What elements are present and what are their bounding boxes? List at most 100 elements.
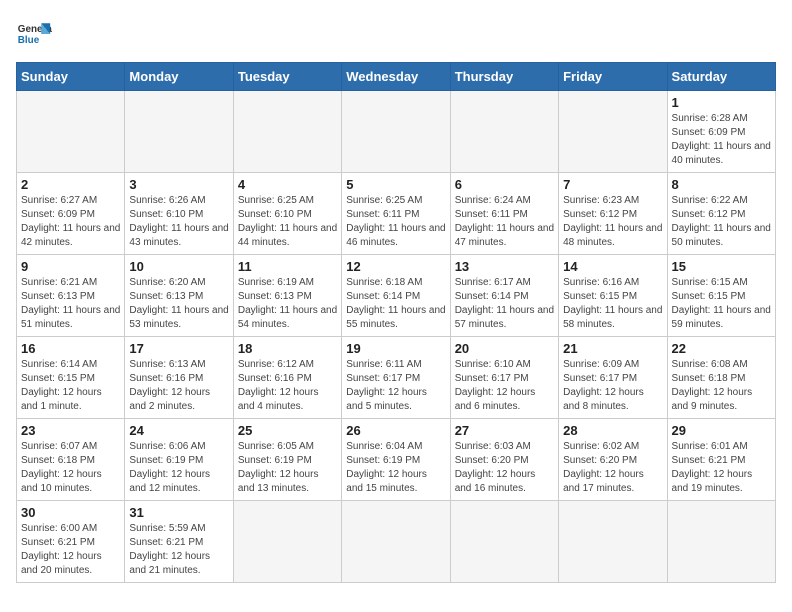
calendar-cell: 18 Sunrise: 6:12 AM Sunset: 6:16 PM Dayli… [233,337,341,419]
day-number: 12 [346,259,445,274]
day-number: 19 [346,341,445,356]
weekday-header-thursday: Thursday [450,63,558,91]
calendar-cell: 22Sunrise: 6:08 AM Sunset: 6:18 PM Dayli… [667,337,775,419]
day-number: 8 [672,177,771,192]
calendar-cell: 10 Sunrise: 6:20 AM Sunset: 6:13 PM Dayli… [125,255,233,337]
calendar-cell: 7 Sunrise: 6:23 AM Sunset: 6:12 PM Daylig… [559,173,667,255]
calendar-cell: 30Sunrise: 6:00 AM Sunset: 6:21 PM Dayli… [17,501,125,583]
calendar-cell: 31Sunrise: 5:59 AM Sunset: 6:21 PM Dayli… [125,501,233,583]
day-info: Sunrise: 6:05 AM Sunset: 6:19 PM Dayligh… [238,440,337,496]
calendar-cell [342,91,450,173]
weekday-header-saturday: Saturday [667,63,775,91]
day-number: 15 [672,259,771,274]
day-number: 9 [21,259,120,274]
calendar-cell: 6Sunrise: 6:24 AM Sunset: 6:11 PM Daylig… [450,173,558,255]
weekday-header-monday: Monday [125,63,233,91]
day-number: 13 [455,259,554,274]
day-number: 14 [563,259,662,274]
day-info: Sunrise: 6:03 AM Sunset: 6:20 PM Dayligh… [455,440,554,496]
day-info: Sunrise: 6:07 AM Sunset: 6:18 PM Dayligh… [21,440,120,496]
calendar-cell: 28 Sunrise: 6:02 AM Sunset: 6:20 PM Dayli… [559,419,667,501]
day-info: Sunrise: 6:26 AM Sunset: 6:10 PM Dayligh… [129,194,228,250]
calendar-table: SundayMondayTuesdayWednesdayThursdayFrid… [16,62,776,583]
day-info: Sunrise: 6:24 AM Sunset: 6:11 PM Dayligh… [455,194,554,250]
calendar-cell: 27 Sunrise: 6:03 AM Sunset: 6:20 PM Dayli… [450,419,558,501]
week-row-2: 9Sunrise: 6:21 AM Sunset: 6:13 PM Daylig… [17,255,776,337]
calendar-cell [667,501,775,583]
day-number: 16 [21,341,120,356]
calendar-cell: 17 Sunrise: 6:13 AM Sunset: 6:16 PM Dayli… [125,337,233,419]
week-row-5: 30Sunrise: 6:00 AM Sunset: 6:21 PM Dayli… [17,501,776,583]
day-info: Sunrise: 6:28 AM Sunset: 6:09 PM Dayligh… [672,112,771,168]
calendar-cell [559,501,667,583]
calendar-cell: 11 Sunrise: 6:19 AM Sunset: 6:13 PM Dayli… [233,255,341,337]
day-number: 28 [563,423,662,438]
day-number: 18 [238,341,337,356]
day-info: Sunrise: 6:22 AM Sunset: 6:12 PM Dayligh… [672,194,771,250]
calendar-cell: 26 Sunrise: 6:04 AM Sunset: 6:19 PM Dayli… [342,419,450,501]
day-info: Sunrise: 6:18 AM Sunset: 6:14 PM Dayligh… [346,276,445,332]
calendar-cell [450,501,558,583]
calendar-cell [233,501,341,583]
weekday-header-tuesday: Tuesday [233,63,341,91]
calendar-cell: 24Sunrise: 6:06 AM Sunset: 6:19 PM Dayli… [125,419,233,501]
logo: General Blue [16,16,52,52]
day-number: 7 [563,177,662,192]
day-info: Sunrise: 6:14 AM Sunset: 6:15 PM Dayligh… [21,358,120,414]
calendar-cell [125,91,233,173]
calendar-cell: 2Sunrise: 6:27 AM Sunset: 6:09 PM Daylig… [17,173,125,255]
day-info: Sunrise: 6:16 AM Sunset: 6:15 PM Dayligh… [563,276,662,332]
calendar-cell [450,91,558,173]
calendar-cell: 16 Sunrise: 6:14 AM Sunset: 6:15 PM Dayli… [17,337,125,419]
day-info: Sunrise: 6:23 AM Sunset: 6:12 PM Dayligh… [563,194,662,250]
day-number: 17 [129,341,228,356]
day-info: Sunrise: 6:09 AM Sunset: 6:17 PM Dayligh… [563,358,662,414]
svg-text:Blue: Blue [18,35,40,46]
day-info: Sunrise: 6:12 AM Sunset: 6:16 PM Dayligh… [238,358,337,414]
day-info: Sunrise: 6:11 AM Sunset: 6:17 PM Dayligh… [346,358,445,414]
week-row-4: 23 Sunrise: 6:07 AM Sunset: 6:18 PM Dayli… [17,419,776,501]
day-info: Sunrise: 6:04 AM Sunset: 6:19 PM Dayligh… [346,440,445,496]
day-number: 10 [129,259,228,274]
day-number: 1 [672,95,771,110]
calendar-cell: 1 Sunrise: 6:28 AM Sunset: 6:09 PM Daylig… [667,91,775,173]
day-number: 27 [455,423,554,438]
day-info: Sunrise: 6:20 AM Sunset: 6:13 PM Dayligh… [129,276,228,332]
day-info: Sunrise: 6:27 AM Sunset: 6:09 PM Dayligh… [21,194,120,250]
weekday-header-sunday: Sunday [17,63,125,91]
day-number: 26 [346,423,445,438]
calendar-cell: 14 Sunrise: 6:16 AM Sunset: 6:15 PM Dayli… [559,255,667,337]
calendar-cell: 9Sunrise: 6:21 AM Sunset: 6:13 PM Daylig… [17,255,125,337]
day-info: Sunrise: 6:19 AM Sunset: 6:13 PM Dayligh… [238,276,337,332]
calendar-cell: 12 Sunrise: 6:18 AM Sunset: 6:14 PM Dayli… [342,255,450,337]
day-number: 22 [672,341,771,356]
calendar-cell [342,501,450,583]
day-info: Sunrise: 6:25 AM Sunset: 6:11 PM Dayligh… [346,194,445,250]
calendar-cell: 8 Sunrise: 6:22 AM Sunset: 6:12 PM Daylig… [667,173,775,255]
day-info: Sunrise: 6:01 AM Sunset: 6:21 PM Dayligh… [672,440,771,496]
calendar-cell [17,91,125,173]
general-blue-logo-icon: General Blue [16,16,52,52]
day-info: Sunrise: 6:17 AM Sunset: 6:14 PM Dayligh… [455,276,554,332]
day-number: 20 [455,341,554,356]
calendar-cell: 5Sunrise: 6:25 AM Sunset: 6:11 PM Daylig… [342,173,450,255]
day-info: Sunrise: 6:13 AM Sunset: 6:16 PM Dayligh… [129,358,228,414]
header: General Blue [16,16,776,52]
calendar-cell: 3Sunrise: 6:26 AM Sunset: 6:10 PM Daylig… [125,173,233,255]
day-info: Sunrise: 6:00 AM Sunset: 6:21 PM Dayligh… [21,522,120,578]
day-info: Sunrise: 6:25 AM Sunset: 6:10 PM Dayligh… [238,194,337,250]
day-number: 29 [672,423,771,438]
day-number: 25 [238,423,337,438]
day-number: 4 [238,177,337,192]
day-number: 31 [129,505,228,520]
day-info: Sunrise: 6:02 AM Sunset: 6:20 PM Dayligh… [563,440,662,496]
calendar-cell: 23 Sunrise: 6:07 AM Sunset: 6:18 PM Dayli… [17,419,125,501]
calendar-cell: 15 Sunrise: 6:15 AM Sunset: 6:15 PM Dayli… [667,255,775,337]
calendar-cell: 25 Sunrise: 6:05 AM Sunset: 6:19 PM Dayli… [233,419,341,501]
weekday-header-friday: Friday [559,63,667,91]
day-number: 21 [563,341,662,356]
day-number: 23 [21,423,120,438]
week-row-1: 2Sunrise: 6:27 AM Sunset: 6:09 PM Daylig… [17,173,776,255]
day-info: Sunrise: 6:15 AM Sunset: 6:15 PM Dayligh… [672,276,771,332]
day-number: 11 [238,259,337,274]
